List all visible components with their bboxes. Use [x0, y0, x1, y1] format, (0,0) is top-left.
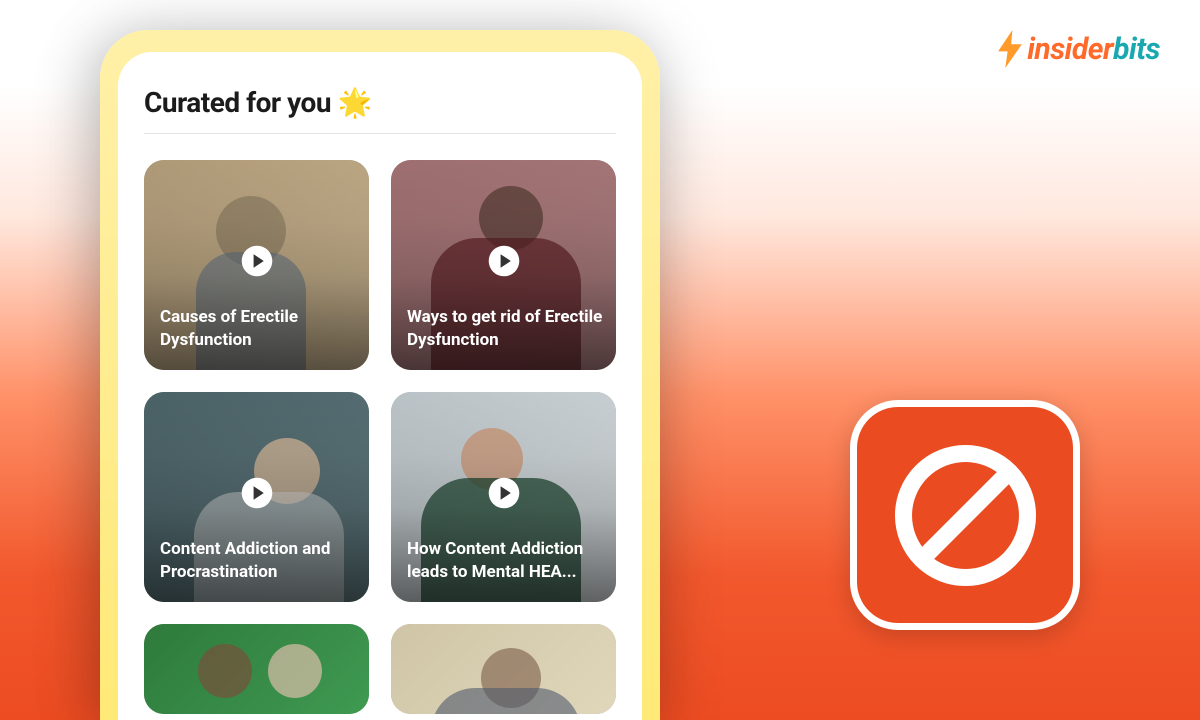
phone-screen: Curated for you 🌟 Causes of Erectile Dys…: [118, 52, 642, 720]
card-image: [144, 624, 369, 714]
play-icon: [487, 244, 521, 278]
app-icon: [850, 400, 1080, 630]
card-title: Ways to get rid of Erectile Dysfunction: [407, 306, 604, 352]
play-icon: [240, 476, 274, 510]
divider: [144, 133, 616, 134]
brand-text-insider: insider: [1027, 32, 1113, 67]
card-title: Content Addiction and Procrastination: [160, 538, 357, 584]
card-grid: Causes of Erectile Dysfunction Ways to g…: [144, 160, 616, 714]
block-icon: [888, 438, 1043, 593]
phone-mockup: Curated for you 🌟 Causes of Erectile Dys…: [100, 30, 660, 720]
video-card[interactable]: Content Addiction and Procrastination: [144, 392, 369, 602]
video-card[interactable]: [144, 624, 369, 714]
brand-text-bits: bits: [1113, 32, 1160, 67]
video-card[interactable]: Causes of Erectile Dysfunction: [144, 160, 369, 370]
card-title: How Content Addiction leads to Mental HE…: [407, 538, 604, 584]
lightning-icon: [995, 30, 1025, 68]
play-icon: [240, 244, 274, 278]
play-icon: [487, 476, 521, 510]
brand-logo: insiderbits: [995, 30, 1160, 68]
card-image: [391, 624, 616, 714]
section-title: Curated for you 🌟: [144, 86, 616, 119]
video-card[interactable]: Ways to get rid of Erectile Dysfunction: [391, 160, 616, 370]
video-card[interactable]: [391, 624, 616, 714]
card-title: Causes of Erectile Dysfunction: [160, 306, 357, 352]
video-card[interactable]: How Content Addiction leads to Mental HE…: [391, 392, 616, 602]
